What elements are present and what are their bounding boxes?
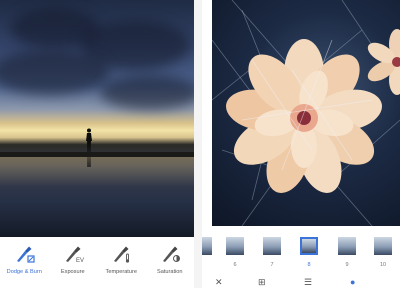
dodge-burn-brush-icon (17, 246, 35, 263)
style-brush-icon[interactable]: ● (350, 278, 355, 287)
filter-number: 8 (307, 262, 311, 268)
beach-sunset-photo (0, 0, 194, 237)
grid-pattern-icon[interactable]: ⊞ (258, 278, 266, 287)
filter-thumbnail-selected[interactable] (300, 237, 318, 255)
filter-thumbnail[interactable] (374, 237, 392, 255)
brush-editor-panel: Dodge & Burn EV Exposure Temperature Sat… (0, 0, 194, 288)
style-editor-panel: 6 7 8 9 10 ✕ ⊞ ☰ ● (202, 0, 400, 288)
svg-text:EV: EV (76, 258, 84, 263)
filter-number: 7 (270, 262, 274, 268)
saturation-brush-icon (162, 246, 180, 262)
filter-thumbnail[interactable] (338, 237, 356, 255)
filter-thumbnail-strip: 6 7 8 9 10 (202, 232, 400, 272)
tool-label: Dodge & Burn (6, 269, 42, 275)
filter-thumbnail[interactable] (263, 237, 281, 255)
flower-photo (212, 0, 400, 226)
person-silhouette (86, 128, 92, 152)
style-bottom-bar: ✕ ⊞ ☰ ● (202, 276, 400, 288)
filter-thumbnail[interactable] (226, 237, 244, 255)
exposure-brush-icon: EV (65, 246, 84, 263)
sliders-icon[interactable]: ☰ (304, 278, 312, 287)
tool-label: Exposure (60, 269, 85, 275)
app-screenshot: Dodge & Burn EV Exposure Temperature Sat… (0, 0, 400, 288)
panel-divider (194, 0, 202, 288)
saturation-tool[interactable]: Saturation (146, 245, 194, 275)
temperature-brush-icon (114, 246, 130, 263)
tool-label: Temperature (105, 269, 137, 275)
close-icon[interactable]: ✕ (215, 278, 223, 287)
filter-number: 10 (379, 262, 387, 268)
tool-label: Saturation (157, 269, 183, 275)
flower-artwork (212, 0, 400, 226)
person-reflection (87, 157, 91, 167)
dodge-burn-tool[interactable]: Dodge & Burn (0, 245, 48, 275)
filter-number: 6 (233, 262, 237, 268)
temperature-tool[interactable]: Temperature (97, 245, 145, 275)
water-reflection (0, 157, 194, 187)
exposure-tool[interactable]: EV Exposure (49, 245, 97, 275)
filter-thumbnail[interactable] (202, 237, 212, 255)
brush-tools-toolbar: Dodge & Burn EV Exposure Temperature Sat… (0, 237, 194, 288)
filter-number: 9 (345, 262, 349, 268)
